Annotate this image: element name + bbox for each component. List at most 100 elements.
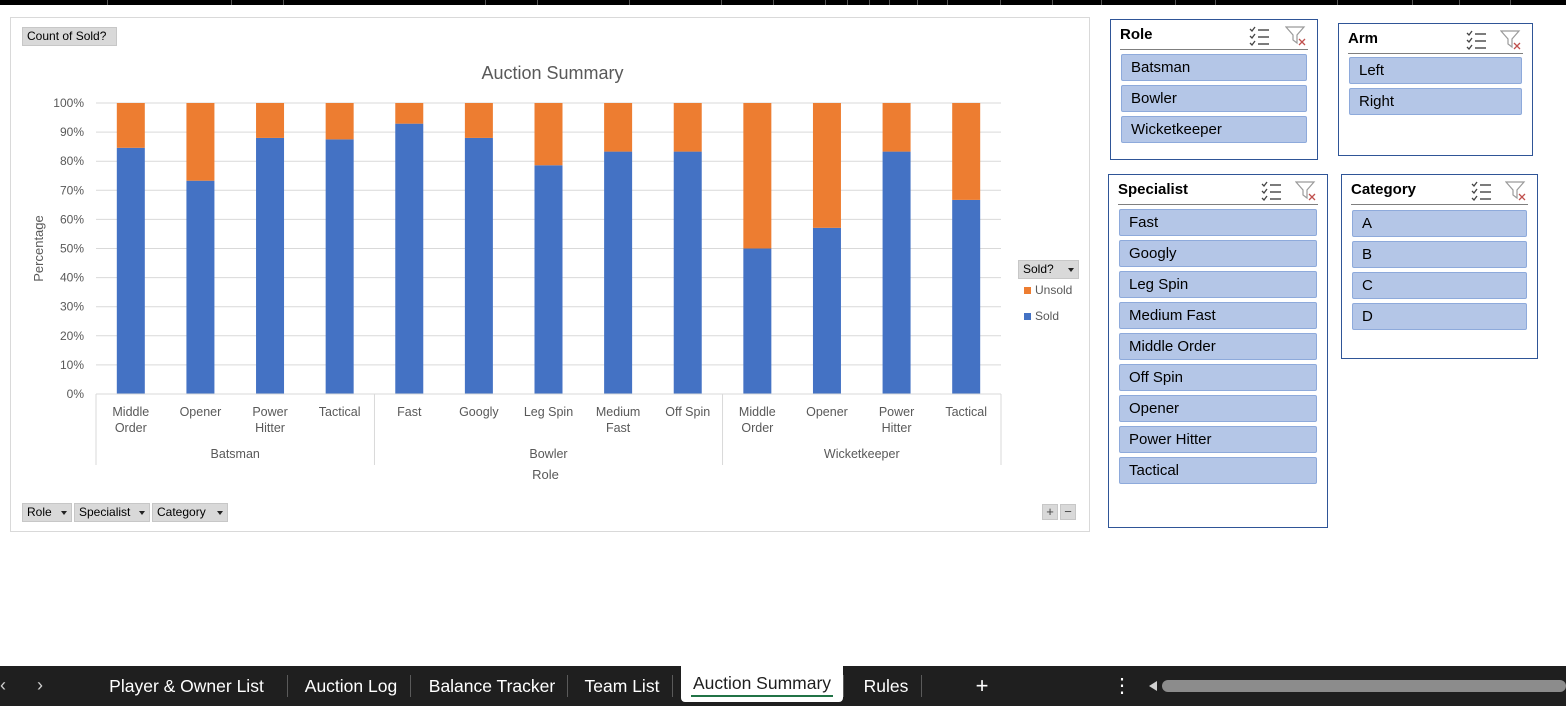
axis-field-button-category[interactable]: Category (152, 503, 228, 522)
add-sheet-button[interactable]: + (966, 666, 998, 706)
slicer-item[interactable]: Right (1349, 88, 1522, 115)
multi-select-icon[interactable] (1260, 180, 1282, 202)
y-axis-label: Percentage (31, 215, 46, 282)
bar-unsold[interactable] (186, 103, 215, 181)
slicer-title: Role (1120, 26, 1153, 43)
slicer-specialist[interactable]: Specialist Fast Googly Leg Spin Medium Fast M… (1108, 174, 1328, 528)
y-tick-label: 0% (67, 387, 85, 401)
group-label: Wicketkeeper (824, 447, 900, 461)
clear-filter-icon[interactable] (1500, 29, 1522, 51)
bar-unsold[interactable] (952, 103, 981, 200)
slicer-item[interactable]: Medium Fast (1119, 302, 1317, 329)
bar-unsold[interactable] (743, 103, 772, 249)
axis-field-label: Role (27, 505, 52, 519)
sheet-tab-label: Player & Owner List (109, 676, 264, 696)
bar-unsold[interactable] (325, 103, 354, 140)
multi-select-icon[interactable] (1248, 25, 1270, 47)
bar-sold[interactable] (604, 151, 633, 394)
slicer-item[interactable]: Power Hitter (1119, 426, 1317, 453)
bar-sold[interactable] (534, 165, 563, 394)
slicer-item[interactable]: Off Spin (1119, 364, 1317, 391)
bar-unsold[interactable] (116, 103, 145, 148)
slicer-item[interactable]: D (1352, 303, 1527, 330)
slicer-item[interactable]: Tactical (1119, 457, 1317, 484)
slicer-item[interactable]: Fast (1119, 209, 1317, 236)
bar-sold[interactable] (116, 147, 145, 394)
slicer-item[interactable]: Middle Order (1119, 333, 1317, 360)
clear-filter-icon[interactable] (1285, 25, 1307, 47)
sheet-tab-label: Balance Tracker (428, 676, 556, 696)
slicer-arm[interactable]: Arm Left Right (1338, 23, 1533, 156)
tab-separator (843, 675, 844, 697)
sheet-tab-auction-log[interactable]: Auction Log (290, 666, 412, 706)
group-label: Batsman (211, 447, 260, 461)
pivot-chart[interactable]: Count of Sold? Auction Summary 0% 10% 20% 30… (10, 17, 1090, 532)
slicer-item[interactable]: Wicketkeeper (1121, 116, 1307, 143)
clear-filter-icon[interactable] (1505, 180, 1527, 202)
slicer-item[interactable]: Googly (1119, 240, 1317, 267)
sheet-tab-player-owner-list[interactable]: Player & Owner List (103, 666, 270, 706)
bar-sold[interactable] (882, 151, 911, 394)
column-header-band (0, 0, 1566, 5)
expand-field-button[interactable]: + (1042, 504, 1058, 520)
collapse-field-button[interactable]: − (1060, 504, 1076, 520)
legend-field-button[interactable]: Sold? (1018, 260, 1079, 279)
group-label: Bowler (529, 447, 567, 461)
x-tick-label: Googly (459, 405, 499, 419)
slicer-category[interactable]: Category A B C D (1341, 174, 1538, 359)
slicer-item[interactable]: A (1352, 210, 1527, 237)
sheet-tab-rules[interactable]: Rules (846, 666, 926, 706)
bar-sold[interactable] (395, 123, 424, 394)
bar-unsold[interactable] (673, 103, 702, 152)
chart-title: Auction Summary (481, 63, 623, 83)
bar-unsold[interactable] (604, 103, 633, 152)
chevron-down-icon (217, 511, 223, 515)
bar-sold[interactable] (673, 151, 702, 394)
bar-unsold[interactable] (812, 103, 841, 228)
multi-select-icon[interactable] (1470, 180, 1492, 202)
y-tick-label: 30% (60, 300, 84, 314)
tab-separator (921, 675, 922, 697)
slicer-item[interactable]: Leg Spin (1119, 271, 1317, 298)
sheet-tab-balance-tracker[interactable]: Balance Tracker (417, 666, 567, 706)
legend-swatch-sold (1024, 313, 1031, 320)
chevron-right-icon[interactable]: › (37, 675, 43, 695)
x-tick-label: Middle Order (112, 405, 149, 435)
slicer-item[interactable]: Opener (1119, 395, 1317, 422)
sheet-tab-auction-summary[interactable]: Auction Summary (681, 666, 843, 702)
bar-sold[interactable] (256, 137, 285, 395)
slicer-item[interactable]: Left (1349, 57, 1522, 84)
bar-unsold[interactable] (534, 103, 563, 166)
x-tick-label: Middle Order (739, 405, 776, 435)
bar-sold[interactable] (952, 199, 981, 394)
sheet-tab-label: Auction Summary (692, 673, 832, 693)
clear-filter-icon[interactable] (1295, 180, 1317, 202)
multi-select-icon[interactable] (1465, 29, 1487, 51)
slicer-item[interactable]: Batsman (1121, 54, 1307, 81)
chevron-left-icon[interactable]: ‹ (0, 675, 6, 695)
tab-separator (567, 675, 568, 697)
y-tick-label: 20% (60, 329, 84, 343)
horizontal-scrollbar[interactable] (1162, 680, 1566, 692)
bar-sold[interactable] (325, 139, 354, 394)
bar-sold[interactable] (812, 227, 841, 394)
slicer-item[interactable]: Bowler (1121, 85, 1307, 112)
axis-field-button-specialist[interactable]: Specialist (74, 503, 150, 522)
y-tick-label: 60% (60, 212, 84, 226)
bar-sold[interactable] (464, 137, 493, 395)
chart-canvas: Auction Summary 0% 10% 20% 30% 40% 50% 60% 70% 80… (31, 63, 1072, 482)
slicer-item[interactable]: B (1352, 241, 1527, 268)
bar-sold[interactable] (186, 180, 215, 394)
x-tick-label: Leg Spin (524, 405, 573, 419)
scroll-left-icon[interactable] (1147, 680, 1159, 692)
bar-sold[interactable] (743, 248, 772, 395)
sheet-tab-team-list[interactable]: Team List (570, 666, 674, 706)
slicer-item[interactable]: C (1352, 272, 1527, 299)
slicer-role[interactable]: Role Batsman Bowler Wicketkeeper (1110, 19, 1318, 160)
bar-unsold[interactable] (395, 103, 424, 124)
bar-unsold[interactable] (882, 103, 911, 152)
axis-field-button-role[interactable]: Role (22, 503, 72, 522)
bar-unsold[interactable] (256, 103, 285, 138)
more-options-icon[interactable]: ⋮ (1112, 666, 1132, 706)
bar-unsold[interactable] (464, 103, 493, 138)
